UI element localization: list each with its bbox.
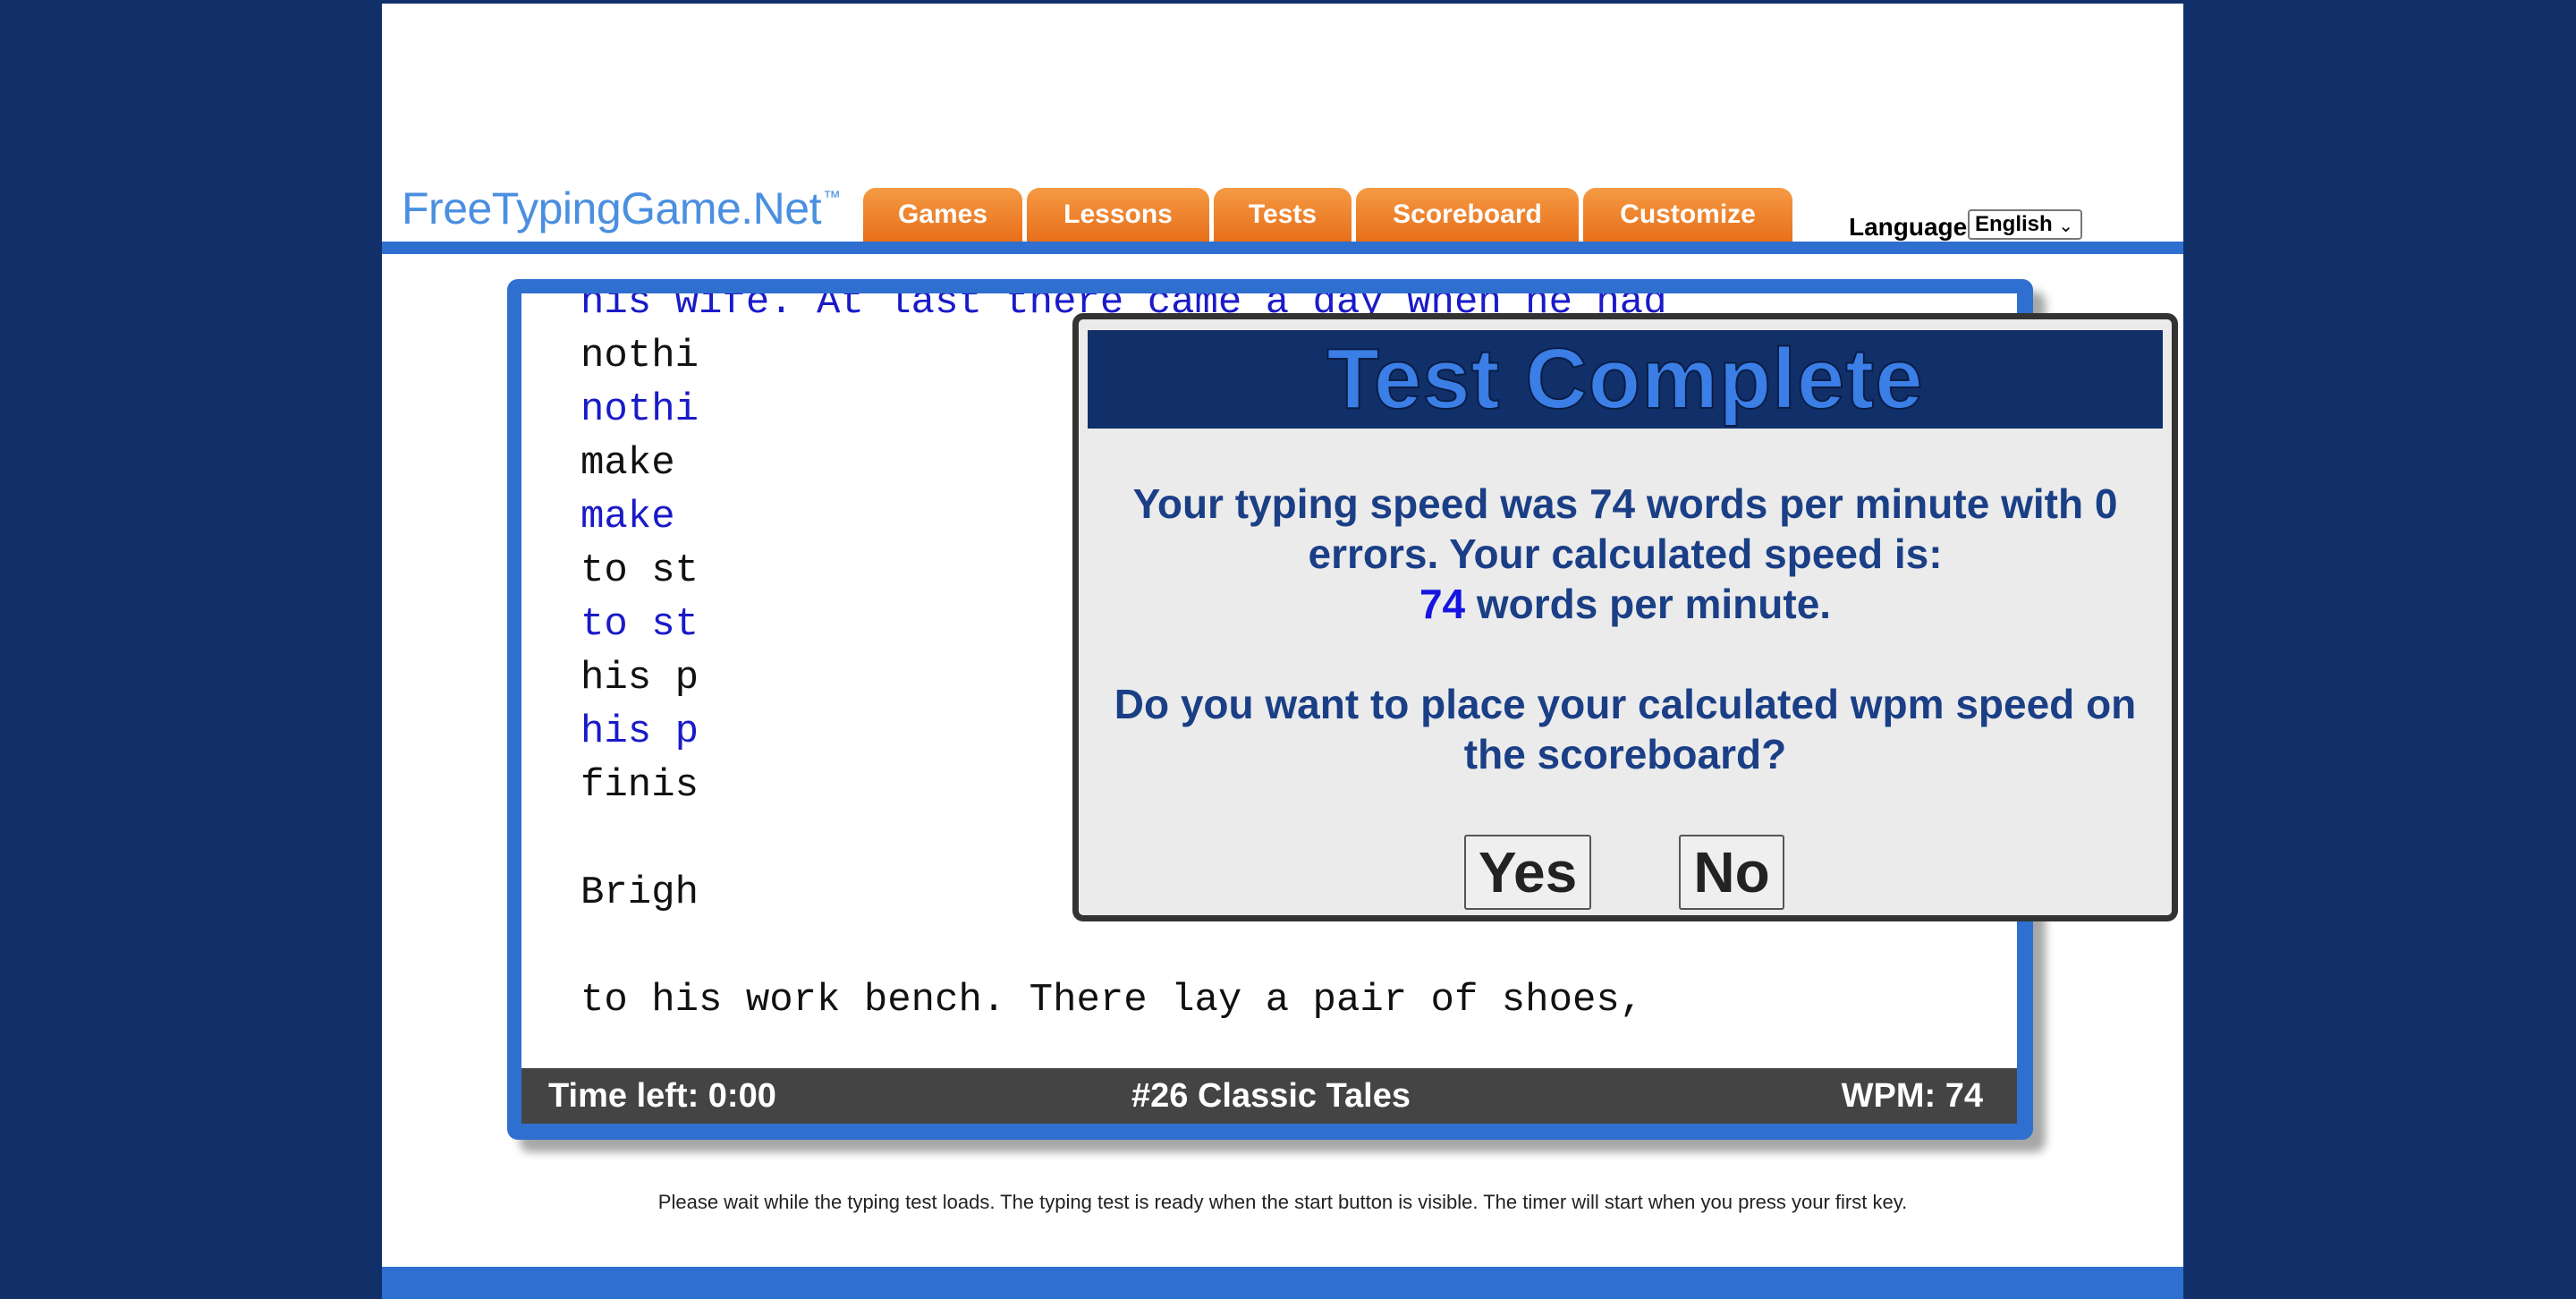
logo-text: FreeTypingGame.Net: [402, 183, 821, 233]
tab-label: Tests: [1248, 200, 1318, 229]
dialog-body: Your typing speed was 74 words per minut…: [1088, 479, 2163, 779]
calculated-speed: 74 words per minute.: [1088, 579, 2163, 629]
test-name: #26 Classic Tales: [1131, 1077, 1411, 1115]
language-label: Language: [1849, 213, 1968, 241]
calculated-wpm-value: 74: [1419, 581, 1466, 627]
time-left: Time left: 0:00: [548, 1077, 776, 1115]
footer-bar: [382, 1267, 2183, 1299]
result-line-2: errors. Your calculated speed is:: [1308, 531, 1943, 577]
no-button[interactable]: No: [1679, 835, 1784, 910]
tab-label: Customize: [1620, 200, 1756, 229]
loading-note: Please wait while the typing test loads.…: [657, 1191, 1908, 1213]
target-text-line: to his work bench. There lay a pair of s…: [580, 978, 1644, 1023]
calculated-wpm-suffix: words per minute.: [1465, 581, 1832, 627]
wpm-readout: WPM: 74: [1841, 1077, 1983, 1115]
target-text-line: finis: [580, 763, 699, 808]
question-line-1: Do you want to place your calculated wpm…: [1114, 681, 2137, 727]
header-divider: [382, 242, 2183, 254]
tab-tests[interactable]: Tests: [1214, 188, 1352, 242]
question-line-2: the scoreboard?: [1463, 731, 1787, 777]
dialog-header: Test Complete: [1088, 330, 2163, 429]
tab-lessons[interactable]: Lessons: [1027, 188, 1209, 242]
status-bar: Time left: 0:00 #26 Classic Tales WPM: 7…: [521, 1068, 2017, 1124]
result-line-1: Your typing speed was 74 words per minut…: [1132, 480, 2118, 527]
site-logo[interactable]: FreeTypingGame.Net ™: [402, 183, 841, 234]
tab-label: Games: [897, 200, 988, 229]
language-selected-value: English: [1975, 212, 2053, 236]
page: FreeTypingGame.Net ™ Games Lessons Tests …: [382, 4, 2183, 1299]
test-complete-dialog: Test Complete Your typing speed was 74 w…: [1072, 313, 2178, 921]
language-select[interactable]: English ⌄: [1968, 209, 2082, 240]
tab-label: Lessons: [1063, 200, 1173, 229]
tab-customize[interactable]: Customize: [1583, 188, 1792, 242]
chevron-down-icon: ⌄: [2058, 216, 2073, 236]
tab-games[interactable]: Games: [863, 188, 1022, 242]
logo-trademark: ™: [822, 188, 841, 208]
tab-label: Scoreboard: [1393, 200, 1542, 229]
tab-scoreboard[interactable]: Scoreboard: [1356, 188, 1579, 242]
dialog-title: Test Complete: [1326, 330, 1924, 428]
yes-button[interactable]: Yes: [1464, 835, 1591, 910]
typed-text-line: his p: [580, 709, 699, 754]
